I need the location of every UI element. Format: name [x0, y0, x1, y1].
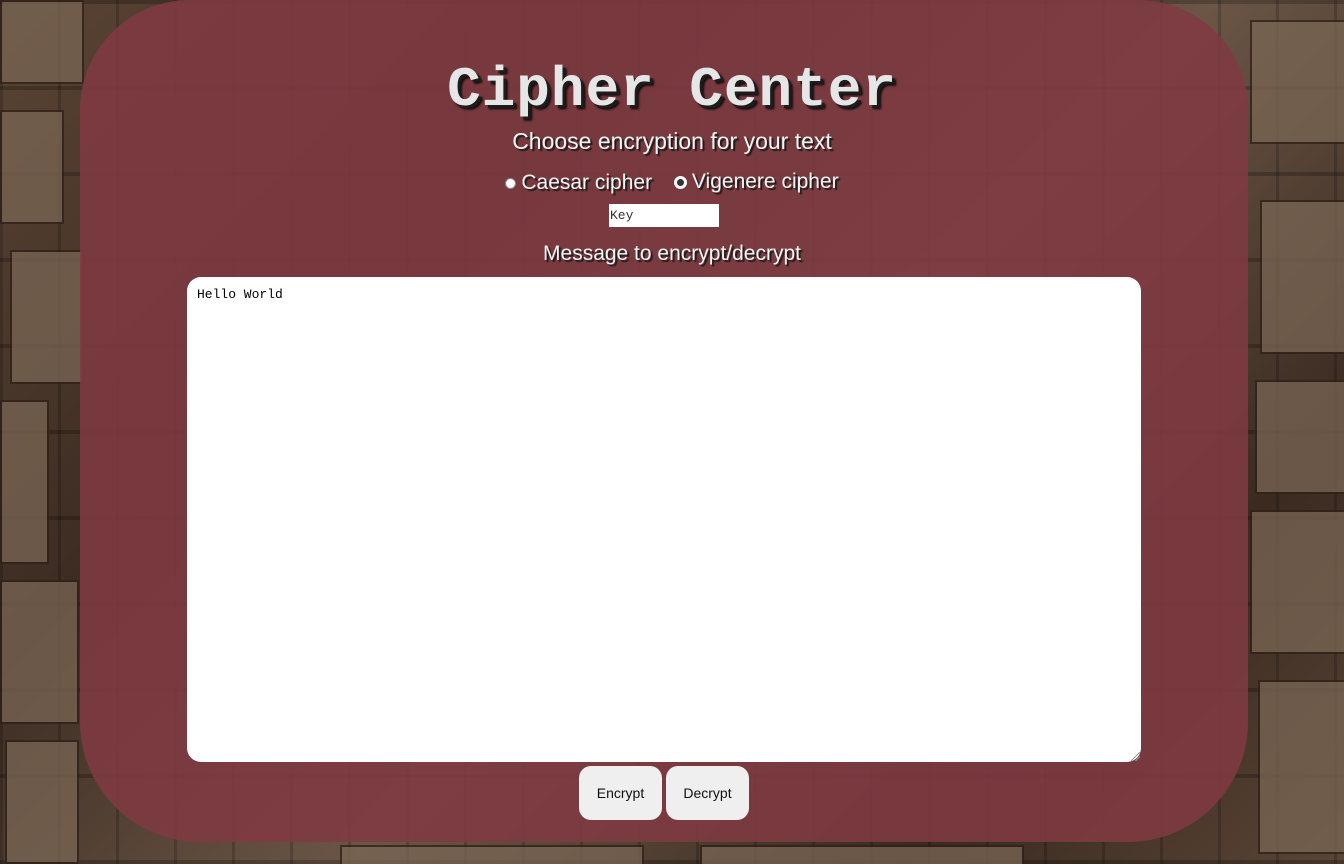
- message-label: Message to encrypt/decrypt: [543, 242, 801, 265]
- caesar-cipher-label: Caesar cipher: [521, 171, 653, 194]
- vigenere-radio-button[interactable]: [673, 175, 687, 189]
- textarea-resize-handle[interactable]: [1131, 752, 1140, 761]
- encrypt-button[interactable]: Encrypt: [579, 766, 662, 820]
- page-title: Cipher Center: [447, 58, 897, 122]
- message-textarea[interactable]: Hello World: [187, 277, 1141, 762]
- key-input[interactable]: [609, 204, 719, 227]
- caesar-cipher-option[interactable]: Caesar cipher: [505, 171, 652, 195]
- page-subtitle: Choose encryption for your text: [512, 128, 832, 154]
- vigenere-cipher-option[interactable]: Vigenere cipher: [673, 170, 839, 194]
- decrypt-button[interactable]: Decrypt: [666, 766, 749, 820]
- vigenere-cipher-label: Vigenere cipher: [691, 170, 839, 193]
- caesar-radio-button[interactable]: [505, 177, 517, 189]
- cipher-options: Caesar cipher Vigenere cipher: [0, 170, 1344, 195]
